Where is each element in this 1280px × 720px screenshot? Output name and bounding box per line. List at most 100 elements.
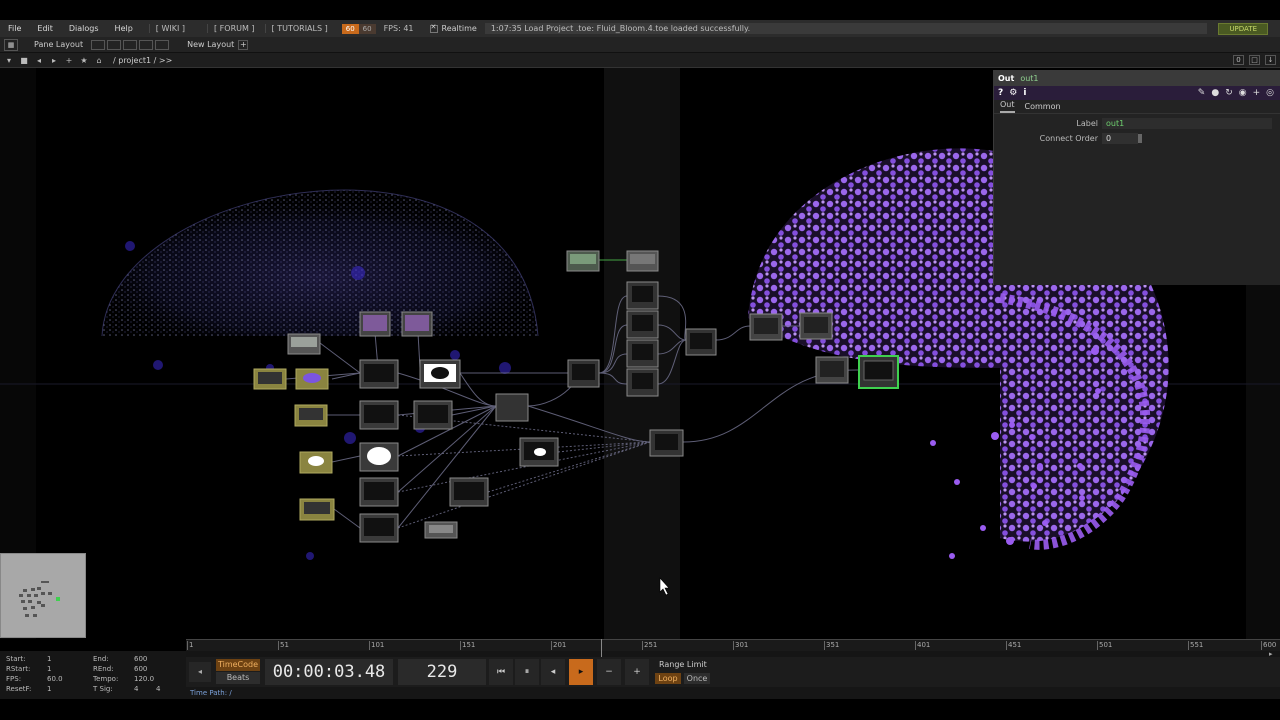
- node-yellow-d[interactable]: [299, 451, 333, 474]
- layout-split-v-icon[interactable]: [107, 39, 122, 50]
- layout-single-icon[interactable]: [91, 39, 106, 50]
- add-layout-button[interactable]: +: [238, 39, 249, 50]
- star-icon[interactable]: ★: [78, 55, 90, 66]
- node-noise-b[interactable]: [401, 311, 433, 337]
- node-out1-selected[interactable]: [858, 355, 899, 389]
- rstart-value[interactable]: 1: [47, 665, 51, 673]
- color-icon[interactable]: ◉: [1239, 88, 1247, 98]
- node-feedback[interactable]: [649, 429, 684, 457]
- node-mid-c[interactable]: [359, 400, 399, 430]
- node-top-d[interactable]: [626, 368, 659, 397]
- node-mid-i[interactable]: [519, 437, 559, 467]
- pause-icon[interactable]: ⏸: [515, 659, 539, 685]
- rend-value[interactable]: 600: [134, 665, 147, 673]
- node-composite[interactable]: [685, 328, 717, 356]
- node-yellow-c[interactable]: [294, 404, 328, 427]
- node-noise-a[interactable]: [359, 311, 391, 337]
- node-yellow-b[interactable]: [295, 368, 329, 390]
- layout-triple-icon[interactable]: [139, 39, 154, 50]
- network-path[interactable]: / project1 / >>: [113, 56, 172, 65]
- add-param-icon[interactable]: +: [1253, 88, 1261, 98]
- timecode-display[interactable]: 00:00:03.48: [265, 659, 393, 685]
- op-name[interactable]: out1: [1020, 74, 1038, 83]
- add-icon[interactable]: +: [63, 55, 75, 66]
- node-small-bottom[interactable]: [424, 521, 458, 539]
- new-layout-label[interactable]: New Layout: [187, 40, 234, 49]
- pin-icon[interactable]: ↓: [1265, 55, 1276, 65]
- link-forum[interactable]: [ FORUM ]: [207, 24, 261, 33]
- node-yellow-e[interactable]: [299, 498, 335, 521]
- node-mid-h[interactable]: [449, 477, 489, 507]
- start-value[interactable]: 1: [47, 655, 51, 663]
- target-icon[interactable]: ◎: [1266, 88, 1274, 98]
- timeline-playhead[interactable]: [600, 639, 602, 657]
- update-button[interactable]: UPDATE: [1218, 23, 1268, 35]
- tsig-denominator[interactable]: 4: [156, 685, 160, 693]
- node-top-c[interactable]: [626, 339, 659, 368]
- maximize-icon[interactable]: □: [1249, 55, 1260, 65]
- step-plus-icon[interactable]: +: [625, 659, 649, 685]
- beats-mode-button[interactable]: Beats: [216, 672, 260, 684]
- once-button[interactable]: Once: [684, 673, 710, 684]
- pane-menu-chevron-icon[interactable]: ▾: [3, 55, 15, 66]
- loop-button[interactable]: Loop: [655, 673, 681, 684]
- step-minus-icon[interactable]: −: [597, 659, 621, 685]
- node-mid-d[interactable]: [413, 400, 453, 430]
- stop-icon[interactable]: ■: [18, 55, 30, 66]
- node-render-a[interactable]: [749, 313, 783, 341]
- node-mid-f[interactable]: [359, 477, 399, 507]
- fps-value[interactable]: 60.0: [47, 675, 63, 683]
- step-back-icon[interactable]: ◂: [541, 659, 565, 685]
- timeline-ruler[interactable]: 1 51 101 151 201 251 301 351 401 451 501…: [186, 639, 1280, 651]
- forward-icon[interactable]: ▸: [48, 55, 60, 66]
- home-icon[interactable]: ⌂: [93, 55, 105, 66]
- tempo-value[interactable]: 120.0: [134, 675, 154, 683]
- node-top-b[interactable]: [626, 310, 659, 339]
- node-mid-e[interactable]: [359, 442, 399, 472]
- node-constant[interactable]: [566, 250, 600, 272]
- node-mid-b[interactable]: [419, 359, 461, 389]
- node-mid-g[interactable]: [359, 513, 399, 543]
- menu-edit[interactable]: Edit: [29, 24, 61, 33]
- python-icon[interactable]: ⚙: [1009, 88, 1017, 98]
- menu-file[interactable]: File: [0, 24, 29, 33]
- network-minimap[interactable]: [0, 553, 86, 638]
- comment-icon[interactable]: ●: [1211, 88, 1219, 98]
- node-yellow-a[interactable]: [253, 368, 287, 390]
- node-chop[interactable]: [287, 333, 321, 355]
- menu-dialogs[interactable]: Dialogs: [61, 24, 107, 33]
- rewind-icon[interactable]: ⏮: [489, 659, 513, 685]
- connect-order-slider[interactable]: [1138, 134, 1142, 143]
- tab-out[interactable]: Out: [1000, 100, 1015, 113]
- tsig-numerator[interactable]: 4: [134, 685, 138, 693]
- link-tutorials[interactable]: [ TUTORIALS ]: [264, 24, 334, 33]
- layout-split-h-icon[interactable]: [123, 39, 138, 50]
- end-value[interactable]: 600: [134, 655, 147, 663]
- pane-grid-icon[interactable]: ▦: [4, 38, 18, 51]
- help-icon[interactable]: ?: [998, 88, 1003, 98]
- node-null[interactable]: [815, 356, 849, 384]
- node-glsl[interactable]: [567, 359, 600, 388]
- frame-display[interactable]: 229: [398, 659, 486, 685]
- realtime-checkbox[interactable]: [429, 23, 438, 33]
- refresh-icon[interactable]: ↻: [1225, 88, 1233, 98]
- timecode-mode-button[interactable]: TimeCode: [216, 659, 260, 671]
- tab-common[interactable]: Common: [1025, 102, 1061, 113]
- label-param-field[interactable]: out1: [1102, 118, 1272, 129]
- back-icon[interactable]: ◂: [33, 55, 45, 66]
- node-info[interactable]: [626, 250, 659, 272]
- resetf-value[interactable]: 1: [47, 685, 51, 693]
- fps-alt-button[interactable]: 60: [358, 23, 376, 34]
- link-wiki[interactable]: [ WIKI ]: [148, 24, 191, 33]
- node-blur[interactable]: [495, 393, 529, 422]
- layout-quad-icon[interactable]: [155, 39, 170, 50]
- info-icon[interactable]: i: [1023, 88, 1026, 98]
- play-icon[interactable]: ▸: [569, 659, 593, 685]
- node-render-b[interactable]: [799, 312, 833, 340]
- node-top-a[interactable]: [626, 281, 659, 310]
- connect-order-field[interactable]: 0: [1102, 133, 1138, 144]
- fps-target-button[interactable]: 60: [341, 23, 359, 34]
- menu-help[interactable]: Help: [107, 24, 141, 33]
- node-mid-a[interactable]: [359, 359, 399, 389]
- transport-collapse-icon[interactable]: ◂: [189, 662, 211, 682]
